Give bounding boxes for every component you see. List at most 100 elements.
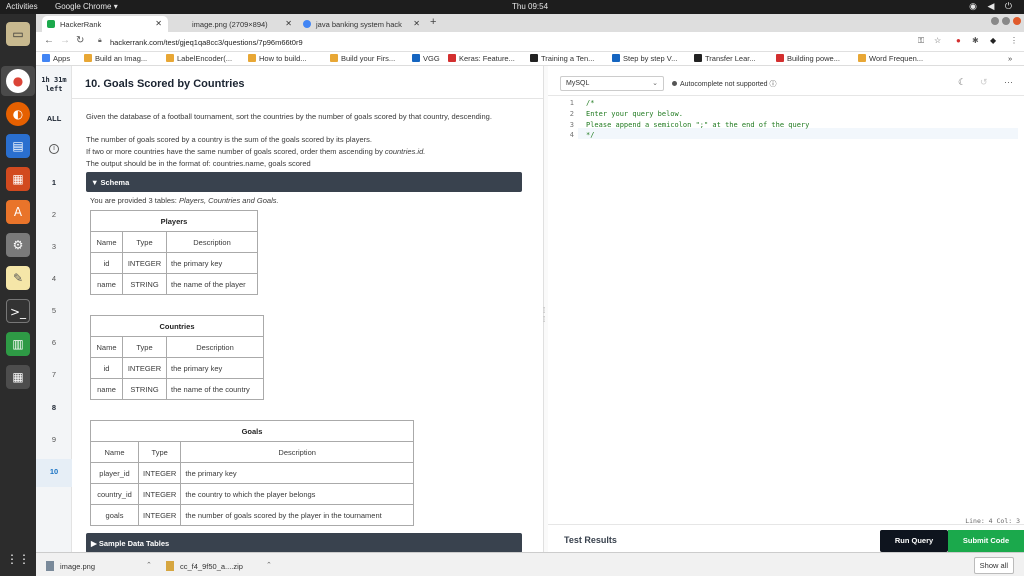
- question-link-5[interactable]: 5: [36, 306, 72, 315]
- drag-handle-icon[interactable]: ⁞ ⁞: [543, 306, 545, 324]
- code-line[interactable]: */: [586, 130, 594, 141]
- code-area[interactable]: 1 /* 2 Enter your query below. 3 Please …: [548, 98, 1024, 513]
- bookmark-item[interactable]: Keras: Feature...: [448, 54, 515, 63]
- test-results-toggle[interactable]: Test Results: [564, 535, 617, 545]
- bookmarks-bar: Apps Build an Imag... LabelEncoder(... H…: [36, 52, 1024, 66]
- profile-icon[interactable]: ◆: [990, 36, 996, 45]
- bookmark-item[interactable]: Word Frequen...: [858, 54, 923, 63]
- sample-data-toggle[interactable]: ▶ Sample Data Tables: [86, 533, 522, 552]
- calc-icon[interactable]: ▥: [6, 332, 30, 356]
- more-options-icon[interactable]: ⋯: [1004, 77, 1013, 88]
- minimize-button[interactable]: [991, 17, 999, 25]
- reload-icon[interactable]: ↻: [76, 35, 84, 46]
- table-header-row: Name Type Description: [90, 336, 264, 358]
- apps-icon: [42, 54, 50, 62]
- download-item[interactable]: cc_f4_9f50_a....zip ⌃: [166, 561, 272, 571]
- bookmark-icon: [858, 54, 866, 62]
- bookmark-icon: [776, 54, 784, 62]
- show-apps-icon[interactable]: ⋮⋮: [6, 547, 30, 571]
- more-bookmarks-icon[interactable]: »: [1008, 54, 1012, 63]
- settings-icon[interactable]: ⚙: [6, 233, 30, 257]
- theme-toggle-icon[interactable]: ☾: [958, 77, 966, 88]
- table-title: Goals: [90, 420, 414, 442]
- code-line[interactable]: /*: [586, 98, 594, 109]
- bookmark-apps[interactable]: Apps: [42, 54, 70, 63]
- app-menu[interactable]: Google Chrome ▾: [55, 2, 118, 11]
- zip-file-icon: [166, 561, 174, 571]
- back-icon[interactable]: ←: [44, 35, 54, 46]
- text-editor-icon[interactable]: ✎: [6, 266, 30, 290]
- code-editor-panel: MySQL ⌄ Autocomplete not supported ⓘ ☾ ↺…: [548, 66, 1024, 552]
- extension-icon[interactable]: ●: [956, 36, 961, 45]
- bookmark-item[interactable]: LabelEncoder(...: [166, 54, 232, 63]
- tab-title: HackerRank: [60, 20, 102, 29]
- files-app-icon[interactable]: ▭: [6, 22, 30, 46]
- bookmark-item[interactable]: Step by step V...: [612, 54, 677, 63]
- bookmark-item[interactable]: Transfer Lear...: [694, 54, 756, 63]
- bookmark-item[interactable]: Build an Imag...: [84, 54, 147, 63]
- activities-button[interactable]: Activities: [6, 2, 38, 11]
- chevron-up-icon[interactable]: ⌃: [146, 561, 152, 569]
- download-item[interactable]: image.png ⌃: [46, 561, 152, 571]
- problem-description: The number of goals scored by a country …: [86, 135, 372, 144]
- forward-icon[interactable]: →: [60, 35, 70, 46]
- system-tray-icons[interactable]: ◉ ◀ ⏻: [969, 1, 1016, 12]
- system-top-bar: Activities Google Chrome ▾ Thu 09:54 ◉ ◀…: [0, 0, 1024, 14]
- chrome-icon[interactable]: ●: [6, 69, 30, 93]
- question-link-10[interactable]: 10: [36, 467, 72, 476]
- close-tab-icon[interactable]: ✕: [285, 19, 292, 28]
- question-link-3[interactable]: 3: [36, 242, 72, 251]
- code-line[interactable]: Enter your query below.: [586, 109, 683, 120]
- bookmark-item[interactable]: Build your Firs...: [330, 54, 395, 63]
- schema-toggle[interactable]: ▼ Schema: [86, 172, 522, 192]
- question-link-6[interactable]: 6: [36, 338, 72, 347]
- question-link-1[interactable]: 1: [36, 178, 72, 187]
- editor-footer: Test Results Run Query Submit Code: [548, 524, 1024, 552]
- extensions-icon[interactable]: ✱: [972, 36, 979, 45]
- code-line[interactable]: Please append a semicolon ";" at the end…: [586, 120, 809, 131]
- new-tab-button[interactable]: +: [430, 16, 436, 28]
- run-query-button[interactable]: Run Query: [880, 530, 948, 552]
- clock[interactable]: Thu 09:54: [512, 2, 548, 11]
- menu-icon[interactable]: ⋮: [1010, 36, 1018, 45]
- autocomplete-status[interactable]: Autocomplete not supported ⓘ: [672, 79, 777, 89]
- tab-java-banking[interactable]: java banking system hack ✕: [298, 16, 426, 32]
- bookmark-icon: [248, 54, 256, 62]
- question-link-8[interactable]: 8: [36, 403, 72, 412]
- impress-icon[interactable]: ▦: [6, 167, 30, 191]
- language-select[interactable]: MySQL ⌄: [560, 76, 664, 91]
- question-link-4[interactable]: 4: [36, 274, 72, 283]
- tab-image[interactable]: image.png (2709×894) ✕: [174, 16, 298, 32]
- reset-code-icon[interactable]: ↺: [980, 77, 988, 88]
- question-link-7[interactable]: 7: [36, 370, 72, 379]
- calculator-icon[interactable]: ▦: [6, 365, 30, 389]
- address-bar[interactable]: 🔒︎ hackerrank.com/test/gjeq1qa8cc3/quest…: [92, 35, 912, 49]
- bookmark-item[interactable]: Training a Ten...: [530, 54, 594, 63]
- chevron-up-icon[interactable]: ⌃: [266, 561, 272, 569]
- image-file-icon: [46, 561, 54, 571]
- tab-hackerrank[interactable]: HackerRank ✕: [42, 16, 168, 32]
- bookmark-item[interactable]: How to build...: [248, 54, 307, 63]
- bookmark-item[interactable]: Building powe...: [776, 54, 840, 63]
- star-icon[interactable]: ☆: [934, 36, 941, 45]
- close-window-button[interactable]: [1013, 17, 1021, 25]
- submit-code-button[interactable]: Submit Code: [948, 530, 1024, 552]
- problem-description: Given the database of a football tournam…: [86, 112, 492, 121]
- close-tab-icon[interactable]: ✕: [413, 19, 420, 28]
- show-all-downloads-button[interactable]: Show all: [973, 557, 1014, 574]
- question-link-9[interactable]: 9: [36, 435, 72, 444]
- terminal-icon[interactable]: >_: [6, 299, 30, 323]
- writer-icon[interactable]: ▤: [6, 134, 30, 158]
- info-icon[interactable]: i: [49, 144, 59, 154]
- table-row: player_id INTEGER the primary key: [90, 462, 414, 484]
- key-icon[interactable]: ⚿: [918, 36, 924, 46]
- table-row: country_id INTEGER the country to which …: [90, 483, 414, 505]
- bookmark-icon: [530, 54, 538, 62]
- software-center-icon[interactable]: A: [6, 200, 30, 224]
- firefox-icon[interactable]: ◐: [6, 102, 30, 126]
- maximize-button[interactable]: [1002, 17, 1010, 25]
- question-link-2[interactable]: 2: [36, 210, 72, 219]
- bookmark-item[interactable]: VGG: [412, 54, 440, 63]
- close-tab-icon[interactable]: ✕: [155, 19, 162, 28]
- question-filter-all[interactable]: ALL: [36, 114, 72, 123]
